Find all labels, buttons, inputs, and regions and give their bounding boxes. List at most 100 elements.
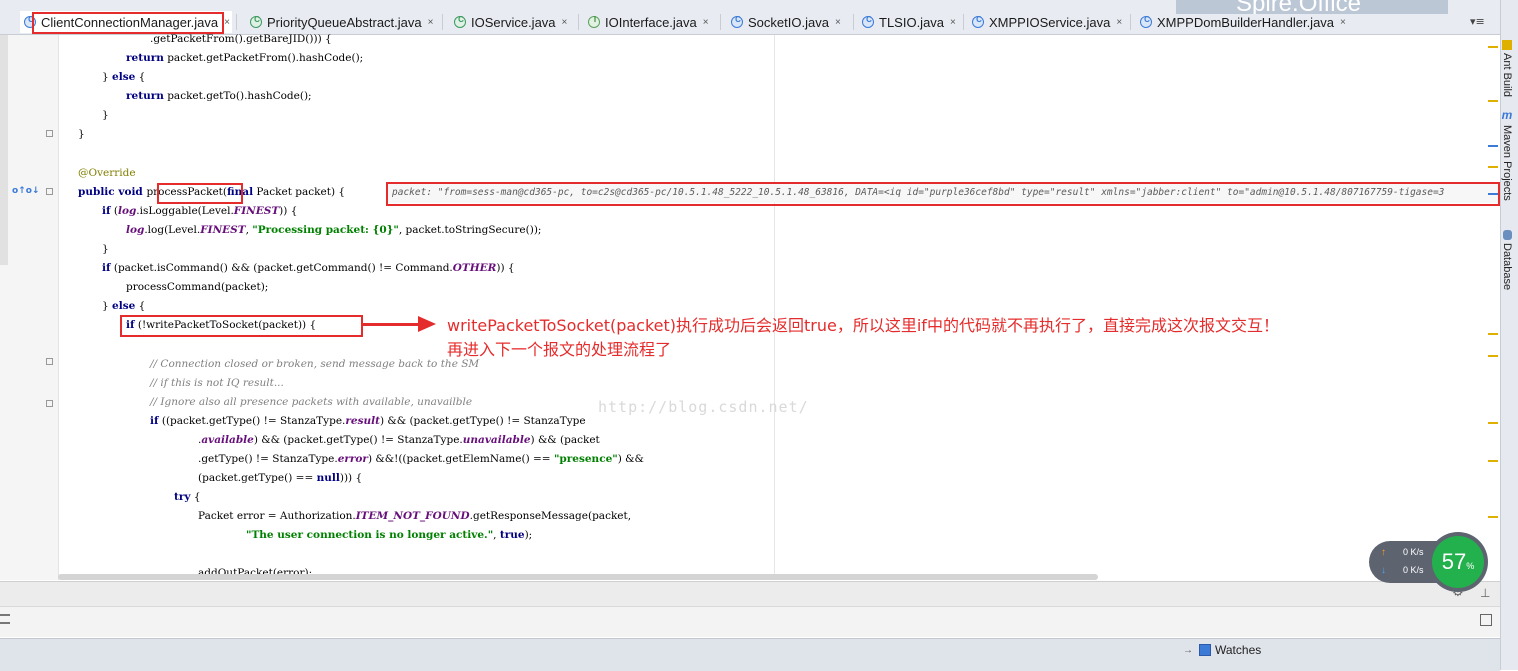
fold-marker[interactable] <box>46 358 53 365</box>
tool-tab-maven-projects[interactable]: mMaven Projects <box>1501 108 1513 201</box>
horizontal-scrollbar[interactable] <box>58 574 1098 580</box>
tab-ioservice[interactable]: C IOService.java × <box>450 11 578 33</box>
warning-marker[interactable] <box>1488 166 1498 168</box>
tab-label: IOService.java <box>471 14 556 30</box>
tool-tab-database[interactable]: Database <box>1501 230 1513 290</box>
abstract-class-icon: C <box>454 15 466 28</box>
menu-icon[interactable] <box>0 614 10 624</box>
code-line: // if this is not IQ result... <box>150 377 284 389</box>
code-line: "The user connection is no longer active… <box>246 529 533 541</box>
close-icon[interactable]: × <box>1116 17 1122 28</box>
class-icon: C <box>1140 15 1152 28</box>
upload-arrow-icon: ↑ <box>1381 547 1386 558</box>
tab-label: XMPPDomBuilderHandler.java <box>1157 14 1335 30</box>
code-line: return packet.getTo().hashCode(); <box>126 90 312 102</box>
code-line: } else { <box>102 71 146 83</box>
fold-marker[interactable] <box>46 188 53 195</box>
code-line: log.log(Level.FINEST, "Processing packet… <box>126 224 542 236</box>
tab-iointerface[interactable]: I IOInterface.java × <box>584 11 720 33</box>
watches-tool-button[interactable]: → Watches <box>1183 643 1261 657</box>
tab-socketio[interactable]: C SocketIO.java × <box>727 11 851 33</box>
tab-separator <box>963 14 964 30</box>
code-line: } else { <box>102 300 146 312</box>
editor-gutter <box>0 35 59 580</box>
warning-marker[interactable] <box>1488 333 1498 335</box>
warning-marker[interactable] <box>1488 422 1498 424</box>
annotation-arrow <box>363 323 423 326</box>
debug-panel-header <box>0 581 1500 606</box>
left-scrollbar[interactable] <box>0 35 8 265</box>
code-line: } <box>102 243 109 255</box>
warning-marker[interactable] <box>1488 355 1498 357</box>
close-icon[interactable]: × <box>703 17 709 28</box>
status-bar <box>0 638 1500 671</box>
right-tool-strip <box>1500 0 1518 670</box>
tab-separator <box>578 14 579 30</box>
warning-marker[interactable] <box>1488 516 1498 518</box>
close-icon[interactable]: × <box>428 17 434 28</box>
right-margin-guide <box>774 35 775 580</box>
info-marker[interactable] <box>1488 193 1498 195</box>
tab-list-menu-icon[interactable]: ▾≡ <box>1470 15 1485 28</box>
code-line: .getType() != StanzaType.error) &&!((pac… <box>198 453 644 465</box>
code-line: (packet.getType() == null))) { <box>198 472 363 484</box>
tab-tlsio[interactable]: C TLSIO.java × <box>858 11 962 33</box>
code-line: } <box>78 128 85 140</box>
code-line: // Connection closed or broken, send mes… <box>150 358 480 370</box>
tab-separator <box>1130 14 1131 30</box>
hint-highlight-box <box>386 182 1500 206</box>
code-line: // Ignore also all presence packets with… <box>150 396 473 408</box>
annotation-line: writePacketToSocket(packet)执行成功后会返回true，… <box>447 316 1279 335</box>
layout-icon[interactable] <box>1480 614 1492 626</box>
warning-marker[interactable] <box>1488 460 1498 462</box>
tab-label: SocketIO.java <box>748 14 829 30</box>
blog-watermark: http://blog.csdn.net/ <box>598 398 809 416</box>
tab-xmppdombuilderhandler[interactable]: C XMPPDomBuilderHandler.java × <box>1136 11 1358 33</box>
debug-panel-toolbar <box>0 606 1500 637</box>
fold-marker[interactable] <box>46 400 53 407</box>
tab-xmppioservice[interactable]: C XMPPIOService.java × <box>968 11 1128 33</box>
database-icon <box>1502 230 1512 240</box>
arrow-icon: → <box>1183 644 1193 656</box>
tab-label: XMPPIOService.java <box>989 14 1111 30</box>
annotation-arrowhead <box>418 316 436 332</box>
close-icon[interactable]: × <box>224 17 230 28</box>
code-line: @Override <box>78 167 136 179</box>
tab-separator <box>853 14 854 30</box>
warning-marker[interactable] <box>1488 46 1498 48</box>
tab-separator <box>236 14 237 30</box>
close-icon[interactable]: × <box>950 17 956 28</box>
warning-marker[interactable] <box>1488 100 1498 102</box>
tool-tab-ant-build[interactable]: Ant Build <box>1501 40 1513 97</box>
code-line: Packet error = Authorization.ITEM_NOT_FO… <box>198 510 632 522</box>
watches-icon <box>1199 644 1211 656</box>
code-line: .available) && (packet.getType() != Stan… <box>198 434 600 446</box>
interface-icon: I <box>588 15 600 28</box>
pin-icon[interactable]: ⊥ <box>1480 586 1492 600</box>
ant-icon <box>1502 40 1512 50</box>
code-line: } <box>102 109 109 121</box>
override-method-icon[interactable]: o↑o↓ <box>12 186 39 198</box>
if-highlight-box <box>120 315 363 337</box>
info-marker[interactable] <box>1488 145 1498 147</box>
tab-label: PriorityQueueAbstract.java <box>267 14 422 30</box>
memory-gauge[interactable]: 57% <box>1428 532 1488 592</box>
tab-label: TLSIO.java <box>879 14 945 30</box>
close-icon[interactable]: × <box>1340 17 1346 28</box>
class-icon: C <box>862 15 874 28</box>
code-line: try { <box>174 491 201 503</box>
code-line: return packet.getPacketFrom().hashCode()… <box>126 52 364 64</box>
code-line: processCommand(packet); <box>126 281 269 293</box>
download-arrow-icon: ↓ <box>1381 565 1386 576</box>
gauge-value: 57% <box>1432 536 1484 588</box>
maven-icon: m <box>1501 108 1513 122</box>
class-icon: C <box>972 15 984 28</box>
method-highlight-box <box>157 183 243 204</box>
close-icon[interactable]: × <box>835 17 841 28</box>
close-icon[interactable]: × <box>562 17 568 28</box>
annotation-line: 再进入下一个报文的处理流程了 <box>447 340 672 359</box>
tab-separator <box>720 14 721 30</box>
code-line: .getPacketFrom().getBareJID())) { <box>150 33 332 45</box>
tab-separator <box>442 14 443 30</box>
fold-marker[interactable] <box>46 130 53 137</box>
